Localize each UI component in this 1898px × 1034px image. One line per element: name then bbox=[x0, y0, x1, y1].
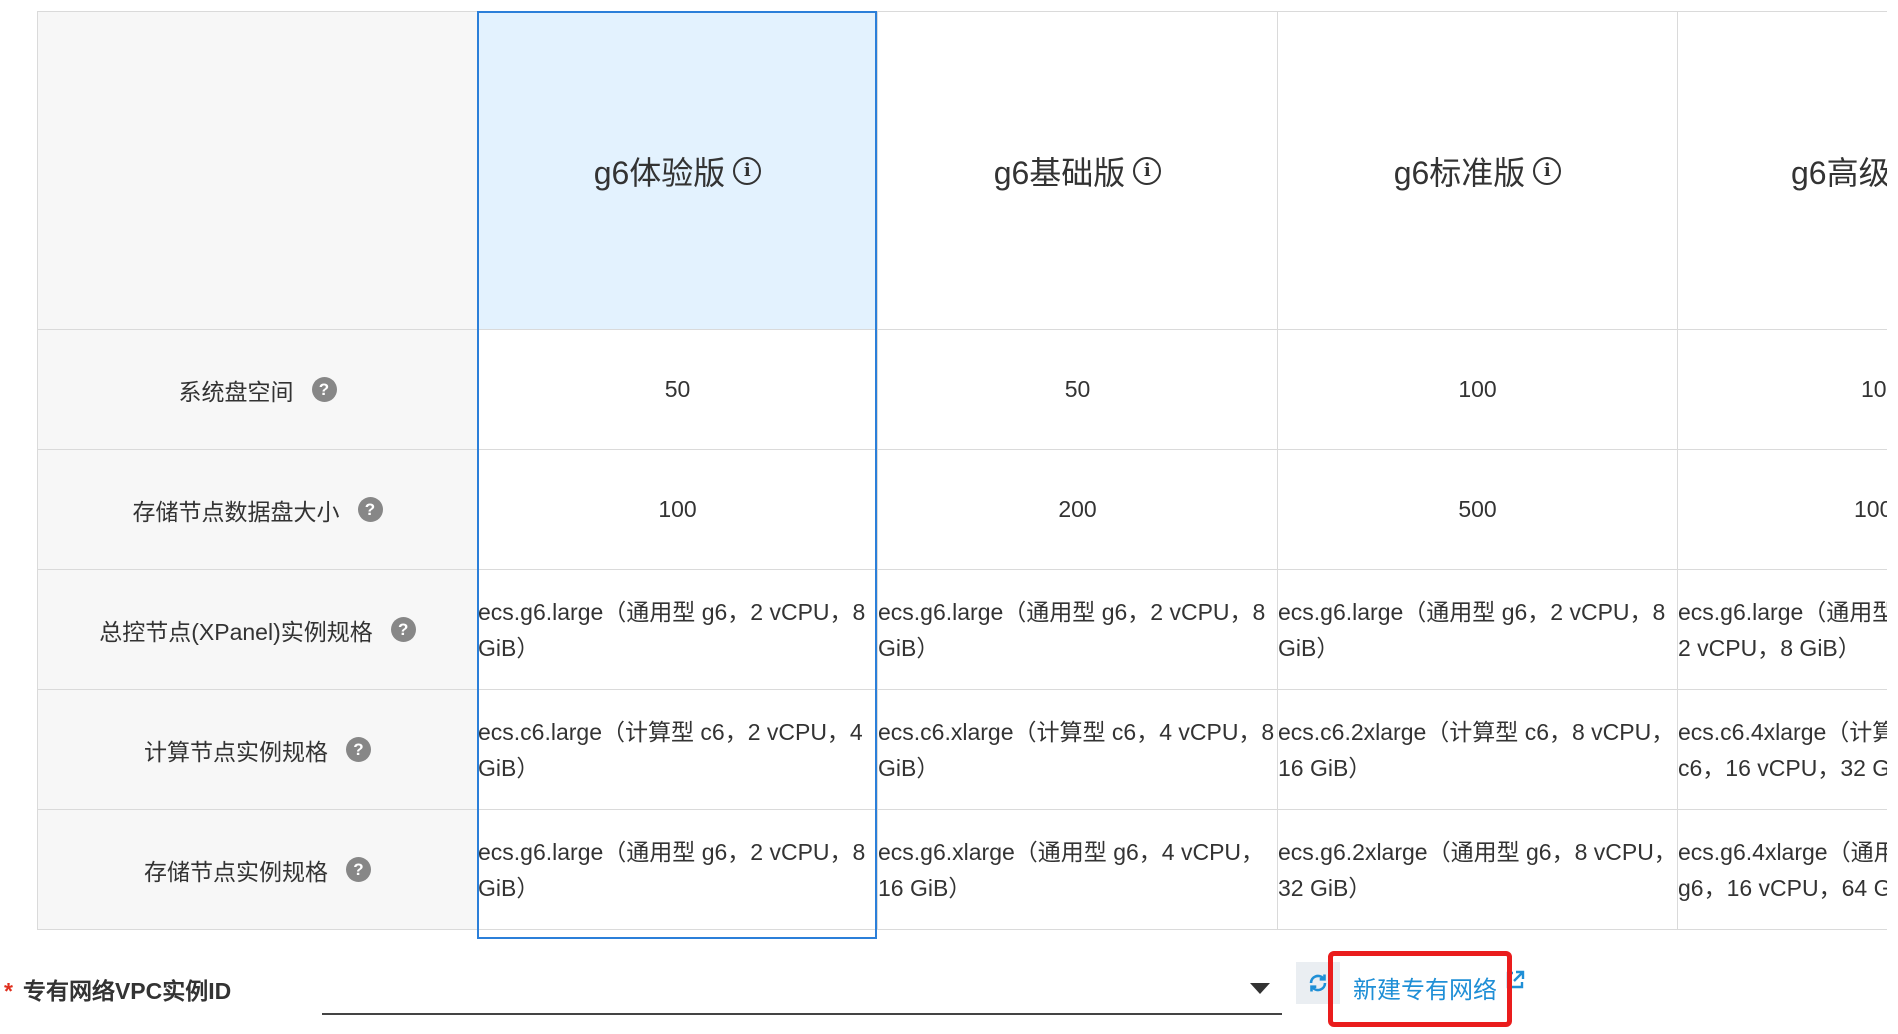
plan-name: g6标准版 bbox=[1393, 154, 1526, 191]
question-circle-icon[interactable]: ? bbox=[346, 737, 371, 762]
cell-value: 200 bbox=[877, 449, 1278, 570]
corner-cell bbox=[37, 11, 478, 330]
highlight-box bbox=[1328, 951, 1512, 1027]
cell-value: ecs.c6.4xlarge（计算型 c6，16 vCPU，32 GiB） bbox=[1677, 689, 1887, 810]
cell-value: 100 bbox=[477, 449, 878, 570]
cell-value: ecs.g6.large（通用型 g6，2 vCPU，8 GiB） bbox=[1277, 569, 1678, 690]
cell-value: 50 bbox=[477, 329, 878, 450]
cell-value: ecs.g6.4xlarge（通用型 g6，16 vCPU，64 GiB） bbox=[1677, 809, 1887, 930]
cell-value: ecs.g6.xlarge（通用型 g6，4 vCPU，16 GiB） bbox=[877, 809, 1278, 930]
row-label-text: 总控节点(XPanel)实例规格 bbox=[99, 618, 373, 645]
row-label-text: 系统盘空间 bbox=[178, 378, 294, 405]
question-circle-icon[interactable]: ? bbox=[346, 857, 371, 882]
row-label-text: 存储节点实例规格 bbox=[144, 858, 328, 885]
row-label-compute-spec: 计算节点实例规格? bbox=[37, 689, 478, 810]
cell-value: ecs.g6.large（通用型 g6，2 vCPU，8 GiB） bbox=[877, 569, 1278, 690]
cell-value: ecs.g6.2xlarge（通用型 g6，8 vCPU，32 GiB） bbox=[1277, 809, 1678, 930]
cell-value: ecs.c6.xlarge（计算型 c6，4 vCPU，8 GiB） bbox=[877, 689, 1278, 810]
row-label-xpanel-spec: 总控节点(XPanel)实例规格? bbox=[37, 569, 478, 690]
plan-g6-basic[interactable]: g6基础版 i bbox=[877, 11, 1278, 330]
cell-value: 100 bbox=[1677, 329, 1887, 450]
row-label-system-disk: 系统盘空间? bbox=[37, 329, 478, 450]
cell-value: ecs.g6.large（通用型 g6，2 vCPU，8 GiB） bbox=[477, 569, 878, 690]
cell-value: 1000 bbox=[1677, 449, 1887, 570]
chevron-down-icon[interactable] bbox=[1250, 983, 1270, 994]
plan-g6-trial[interactable]: g6体验版 i bbox=[477, 11, 878, 330]
info-circle-icon[interactable]: i bbox=[1133, 156, 1162, 185]
row-label-text: 计算节点实例规格 bbox=[144, 738, 328, 765]
required-mark: * bbox=[4, 978, 13, 1004]
info-circle-icon[interactable]: i bbox=[1533, 156, 1562, 185]
cell-value: ecs.c6.2xlarge（计算型 c6，8 vCPU，16 GiB） bbox=[1277, 689, 1678, 810]
cell-value: 500 bbox=[1277, 449, 1678, 570]
cell-value: ecs.c6.large（计算型 c6，2 vCPU，4 GiB） bbox=[477, 689, 878, 810]
cell-value: ecs.g6.large（通用型 g6，2 vCPU，8 GiB） bbox=[477, 809, 878, 930]
cell-value: 50 bbox=[877, 329, 1278, 450]
plan-g6-advanced[interactable]: g6高级版i bbox=[1677, 11, 1887, 330]
plan-name: g6体验版 bbox=[593, 154, 726, 191]
question-circle-icon[interactable]: ? bbox=[357, 497, 383, 522]
cell-value: ecs.g6.large（通用型 g6，2 vCPU，8 GiB） bbox=[1677, 569, 1887, 690]
vpc-label: * 专有网络VPC实例ID bbox=[4, 972, 231, 1006]
vpc-field-row: * 专有网络VPC实例ID 新建专有网络 bbox=[0, 951, 1898, 1030]
refresh-icon bbox=[1309, 974, 1327, 992]
question-circle-icon[interactable]: ? bbox=[311, 377, 337, 402]
question-circle-icon[interactable]: ? bbox=[390, 617, 416, 642]
vpc-select[interactable] bbox=[322, 965, 1282, 1015]
row-label-storage-disk: 存储节点数据盘大小? bbox=[37, 449, 478, 570]
vpc-label-text: 专有网络VPC实例ID bbox=[22, 978, 232, 1004]
row-label-text: 存储节点数据盘大小 bbox=[132, 498, 340, 525]
plan-name: g6基础版 bbox=[993, 154, 1126, 191]
plan-comparison-table: g6体验版i g6基础版i g6标准版i g6高级版i 系统盘空间? 50 50… bbox=[37, 11, 1887, 946]
row-label-storage-spec: 存储节点实例规格? bbox=[37, 809, 478, 930]
info-circle-icon[interactable]: i bbox=[733, 156, 762, 185]
plan-g6-standard[interactable]: g6标准版 i bbox=[1277, 11, 1678, 330]
cell-value: 100 bbox=[1277, 329, 1678, 450]
plan-name: g6高级版 bbox=[1791, 154, 1887, 191]
